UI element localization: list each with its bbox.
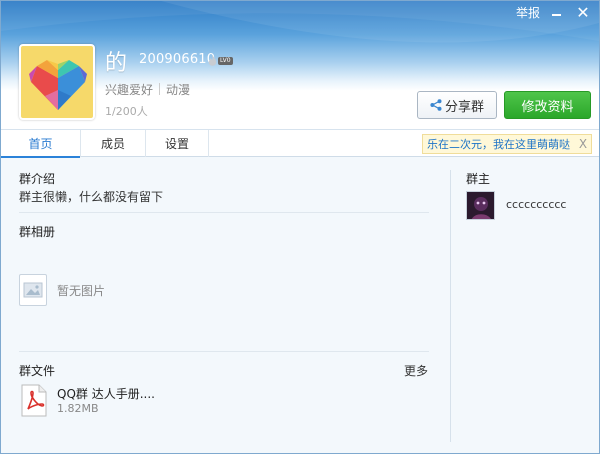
close-button[interactable]: ✕ (571, 3, 595, 22)
tab-settings[interactable]: 设置 (146, 130, 209, 157)
edit-profile-button[interactable]: 修改资料 (504, 91, 591, 119)
tab-home[interactable]: 首页 (1, 130, 81, 158)
share-icon (430, 99, 442, 111)
notice-close-button[interactable]: X (575, 137, 591, 151)
album-divider (19, 351, 429, 352)
tab-members[interactable]: 成员 (81, 130, 146, 157)
group-profile-window: 举报 ✕ 的 200906610 LV0 兴趣爱好 动漫 1/200人 分享群 … (0, 0, 600, 454)
member-count: 1/200人 (105, 105, 148, 118)
files-title[interactable]: 群文件 (19, 362, 55, 379)
flame-icon (208, 54, 217, 66)
album-title[interactable]: 群相册 (19, 223, 55, 240)
heart-logo-icon (29, 60, 87, 110)
tab-bar: 首页 成员 设置 乐在二次元，我在这里萌萌哒 X (1, 129, 599, 158)
pdf-icon[interactable] (19, 384, 49, 417)
minimize-button[interactable] (545, 3, 567, 21)
home-content: 群介绍 群主很懒，什么都没有留下 群相册 暂无图片 群文件 更多 QQ群 达人手… (1, 158, 599, 453)
intro-title: 群介绍 (19, 172, 56, 186)
tag-subcategory[interactable]: 动漫 (166, 81, 190, 98)
report-button[interactable]: 举报 (515, 3, 541, 21)
share-group-button[interactable]: 分享群 (417, 91, 497, 119)
share-group-label: 分享群 (444, 99, 484, 115)
profile-header: 举报 ✕ 的 200906610 LV0 兴趣爱好 动漫 1/200人 分享群 … (1, 1, 599, 129)
owner-name[interactable]: cccccccccc (506, 198, 566, 211)
file-name[interactable]: QQ群 达人手册.... (57, 385, 155, 402)
file-size: 1.82MB (57, 402, 99, 415)
tag-category[interactable]: 兴趣爱好 (105, 81, 153, 98)
group-name: 的 (105, 51, 128, 76)
tag-separator (159, 83, 161, 95)
group-id: 200906610 (139, 52, 216, 67)
minimize-icon (551, 14, 561, 16)
files-more-link[interactable]: 更多 (404, 362, 428, 379)
owner-avatar[interactable] (466, 191, 495, 220)
owner-title: 群主 (466, 172, 491, 186)
album-empty-text: 暂无图片 (57, 284, 106, 298)
column-divider (450, 170, 451, 442)
image-placeholder-icon (19, 274, 47, 306)
notice-banner[interactable]: 乐在二次元，我在这里萌萌哒 X (422, 134, 592, 154)
intro-text: 群主很懒，什么都没有留下 (19, 190, 164, 204)
intro-divider (19, 212, 429, 213)
group-tags: 兴趣爱好 动漫 (105, 81, 190, 98)
notice-text: 乐在二次元，我在这里萌萌哒 (427, 138, 570, 151)
level-badge-label: LV0 (218, 56, 233, 65)
group-avatar[interactable] (19, 44, 95, 120)
level-badge: LV0 (208, 54, 233, 67)
